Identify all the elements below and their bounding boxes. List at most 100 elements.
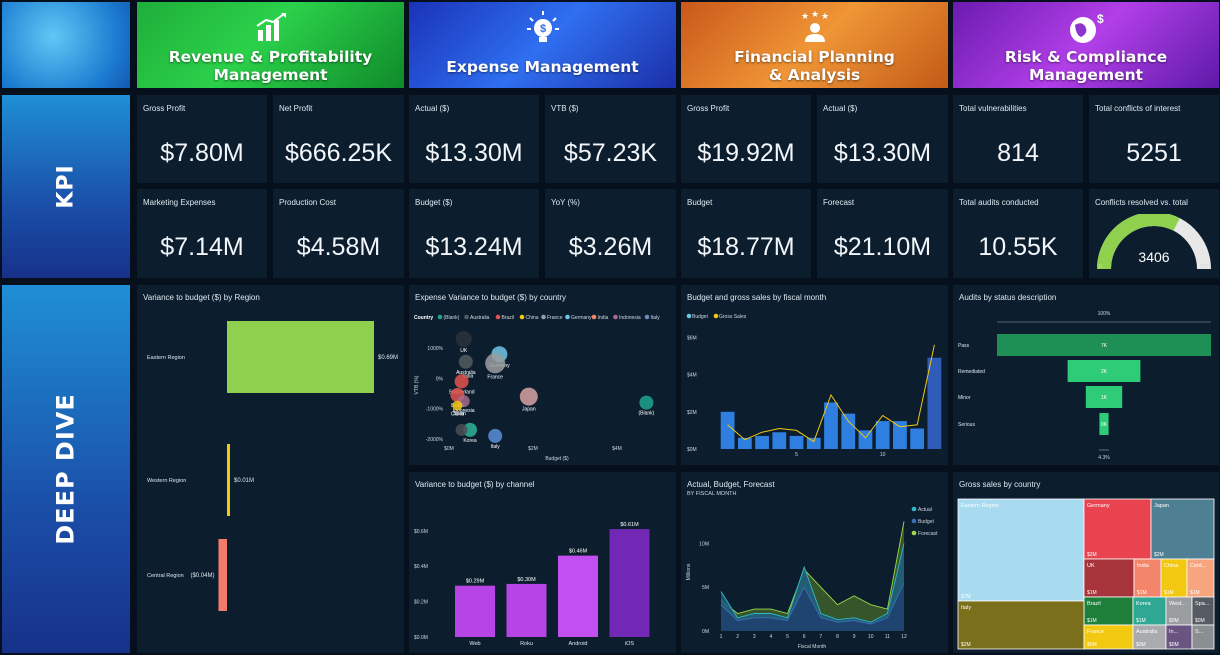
- treemap-cell-label: UK: [1087, 563, 1095, 569]
- kpi-label: Total audits conducted: [959, 198, 1039, 207]
- kpi-card-forecast[interactable]: Forecast $21.10M: [817, 189, 948, 278]
- panel-variance-by-channel[interactable]: Variance to budget ($) by channel $0.0M $…: [409, 472, 676, 653]
- person-stars-icon: ★ ★ ★: [801, 11, 829, 42]
- banner-expense-management[interactable]: $ Expense Management: [409, 2, 676, 88]
- kpi-card-total-audits[interactable]: Total audits conducted 10.55K: [953, 189, 1083, 278]
- kpi-card-net-profit[interactable]: Net Profit $666.25K: [273, 95, 404, 183]
- fiscal-bar: [893, 421, 907, 449]
- channel-bar: [558, 555, 598, 637]
- abf-legend-item: Forecast: [918, 531, 938, 537]
- kpi-value: $7.80M: [160, 139, 244, 167]
- banner-title: Risk & Compliance Management: [1004, 48, 1168, 84]
- kpi-card-fpa-budget[interactable]: Budget $18.77M: [681, 189, 811, 278]
- abf-x-label: Fiscal Month: [798, 644, 827, 650]
- treemap-cell-label: Japan: [1154, 503, 1169, 509]
- region-bar: [227, 444, 230, 516]
- treemap-cell-label: S...: [1195, 629, 1204, 635]
- funnel-stage-value: 1K: [1101, 395, 1108, 401]
- kpi-label: Forecast: [823, 198, 855, 207]
- kpi-card-vtb[interactable]: VTB ($) $57.23K: [545, 95, 676, 183]
- treemap-cell-label: Italy: [961, 605, 971, 611]
- abf-y-tick: 5M: [702, 585, 709, 591]
- region-category-label: Central Region: [147, 573, 184, 579]
- scatter-y-tick: -1000%: [426, 407, 444, 413]
- panel-gross-sales-treemap[interactable]: Gross sales by country Eastern Region $7M…: [953, 472, 1219, 653]
- kpi-label: Conflicts resolved vs. total: [1095, 198, 1188, 207]
- kpi-card-actual[interactable]: Actual ($) $13.30M: [409, 95, 539, 183]
- channel-data-label: $0.30M: [517, 577, 536, 583]
- banner-financial-planning[interactable]: ★ ★ ★ Financial Planning & Analysis: [681, 2, 948, 88]
- treemap-cell-value: $2M: [1154, 552, 1164, 558]
- kpi-card-yoy[interactable]: YoY (%) $3.26M: [545, 189, 676, 278]
- scatter-point: [452, 400, 463, 411]
- scatter-point-label: Italy: [491, 444, 501, 450]
- channel-bar: [455, 585, 495, 637]
- globe-dollar-icon: $: [1070, 12, 1104, 43]
- kpi-card-marketing-expenses[interactable]: Marketing Expenses $7.14M: [137, 189, 267, 278]
- kpi-card-gross-profit[interactable]: Gross Profit $7.80M: [137, 95, 267, 183]
- region-bar: [218, 539, 227, 611]
- treemap-cell-value: $7M: [961, 594, 971, 600]
- gauge-chart: 3406 0 5251: [1097, 214, 1211, 270]
- scatter-legend-marker: [437, 314, 443, 320]
- treemap-cell-value: $2M: [961, 642, 971, 648]
- kpi-label: KPI: [53, 164, 79, 209]
- side-label-kpi: KPI: [2, 95, 130, 278]
- scatter-point: [455, 423, 468, 436]
- kpi-card-fpa-gross-profit[interactable]: Gross Profit $19.92M: [681, 95, 811, 183]
- channel-y-tick: $0.0M: [414, 635, 428, 641]
- treemap-cell-label: Germany: [1087, 503, 1110, 509]
- kpi-card-budget[interactable]: Budget ($) $13.24M: [409, 189, 539, 278]
- panel-actual-budget-forecast[interactable]: Actual, Budget, Forecast BY FISCAL MONTH…: [681, 472, 948, 653]
- kpi-card-total-vulnerabilities[interactable]: Total vulnerabilities 814: [953, 95, 1083, 183]
- scatter-point-label: Korea: [463, 438, 477, 444]
- kpi-label: Budget ($): [415, 198, 453, 207]
- kpi-card-conflicts-of-interest[interactable]: Total conflicts of interest 5251: [1089, 95, 1219, 183]
- scatter-y-tick: 1000%: [427, 346, 443, 352]
- kpi-value: $18.77M: [697, 233, 795, 261]
- scatter-point: [519, 387, 538, 406]
- scatter-point-label: UK: [460, 348, 468, 354]
- kpi-card-fpa-actual[interactable]: Actual ($) $13.30M: [817, 95, 948, 183]
- treemap-cell-label: Cent...: [1190, 563, 1207, 569]
- abf-x-tick: 12: [901, 634, 907, 640]
- abf-legend-item: Budget: [918, 519, 934, 525]
- fiscal-bar: [806, 437, 821, 449]
- scatter-y-tick: -2000%: [426, 437, 444, 443]
- channel-data-label: $0.46M: [569, 549, 588, 555]
- banner-revenue-profitability[interactable]: Revenue & Profitability Management: [137, 2, 404, 88]
- scatter-y-label: VTB (%): [414, 375, 420, 394]
- treemap-cell-label: Eastern Region: [961, 503, 999, 509]
- fiscal-bar: [910, 428, 925, 449]
- kpi-value: 814: [997, 139, 1039, 167]
- deep-dive-label: DEEP DIVE: [52, 393, 81, 545]
- kpi-label: Net Profit: [279, 104, 313, 113]
- scatter-x-tick: $0M: [444, 446, 454, 452]
- kpi-label: Total conflicts of interest: [1095, 104, 1181, 113]
- abf-chart: 0M5M10MMillions1 2 3 4 5 6 7 8 9 10 11 12Fiscal Mon…: [686, 506, 938, 650]
- kpi-value: $13.30M: [833, 139, 932, 167]
- kpi-card-conflicts-gauge[interactable]: Conflicts resolved vs. total 3406 0 5251: [1089, 189, 1219, 278]
- banner-risk-compliance[interactable]: $ Risk & Compliance Management: [953, 2, 1219, 88]
- treemap-cell-label: Brazil: [1087, 601, 1101, 607]
- panel-budget-gross-sales[interactable]: Budget and gross sales by fiscal month B…: [681, 285, 948, 465]
- abf-legend-marker: [911, 530, 917, 536]
- kpi-value: $3.26M: [568, 233, 653, 261]
- kpi-value: $7.14M: [160, 233, 244, 261]
- treemap-cell-value: $1M: [1136, 618, 1146, 624]
- kpi-label: Gross Profit: [687, 104, 730, 113]
- scatter-point: [639, 395, 654, 410]
- fiscal-bar: [755, 435, 769, 449]
- panel-audits-funnel[interactable]: Audits by status description 100% 7K Pass 2…: [953, 285, 1219, 465]
- scatter-x-label: Budget ($): [545, 456, 569, 462]
- kpi-card-production-cost[interactable]: Production Cost $4.58M: [273, 189, 404, 278]
- panel-expense-variance-scatter[interactable]: Expense Variance to budget ($) by countr…: [409, 285, 676, 465]
- scatter-legend-item: Brazil: [502, 315, 515, 321]
- channel-category-label: iOS: [625, 641, 635, 647]
- funnel-stage-label: Minor: [958, 395, 971, 401]
- fiscal-y-tick: $0M: [687, 447, 697, 453]
- kpi-label: VTB ($): [551, 104, 579, 113]
- scatter-point: [488, 428, 503, 443]
- abf-x-tick: 7: [819, 634, 822, 640]
- panel-variance-by-region[interactable]: Variance to budget ($) by Region Eastern…: [137, 285, 404, 653]
